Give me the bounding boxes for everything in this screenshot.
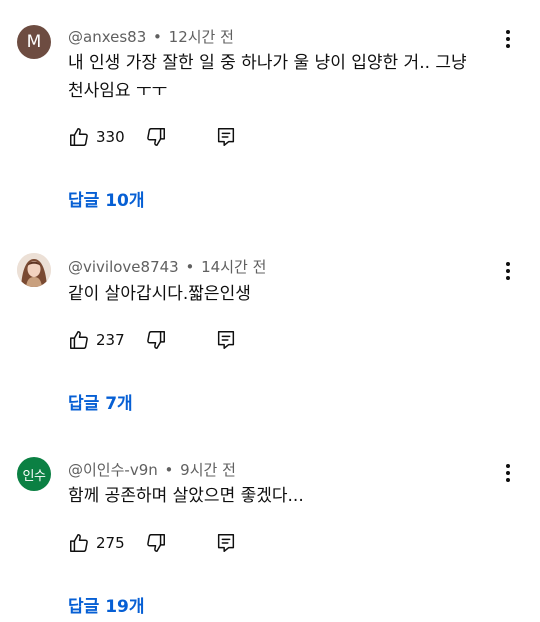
thumb-down-icon[interactable] [145,126,167,148]
comment-author[interactable]: @vivilove8743 [68,258,179,276]
avatar[interactable] [17,253,51,287]
meta-separator: • [164,461,174,479]
replies-button[interactable]: 답글 7개 [68,389,133,414]
like-count: 275 [96,534,125,552]
comment-text-line: 같이 살아갑시다.짧은인생 [68,284,251,304]
comment-actions: 275 [68,531,237,555]
like-count: 237 [96,331,125,349]
comment-time[interactable]: 14시간 전 [201,258,266,276]
reply-icon[interactable] [215,532,237,554]
avatar[interactable]: M [17,25,51,59]
comment-actions: 330 [68,125,237,149]
comment-text: 같이 살아갑시다.짧은인생 [68,280,508,308]
reply-icon[interactable] [215,329,237,351]
comment-meta: @anxes83 • 12시간 전 [68,26,234,47]
comment-text-line: 함께 공존하며 살았으면 좋겠다... [68,486,304,506]
comment-text: 함께 공존하며 살았으면 좋겠다... [68,482,508,510]
comment-meta: @이인수-v9n • 9시간 전 [68,459,236,480]
replies-button[interactable]: 답글 19개 [68,592,145,617]
comment-time[interactable]: 12시간 전 [169,28,234,46]
avatar-initials: 인수 [22,468,46,484]
avatar-photo-icon [17,253,51,287]
thumb-down-icon[interactable] [145,532,167,554]
avatar-letter: M [26,32,42,52]
thumb-up-icon[interactable] [68,532,90,554]
thumb-up-icon[interactable] [68,329,90,351]
meta-separator: • [153,28,162,46]
like-count: 330 [96,128,125,146]
comment-time[interactable]: 9시간 전 [180,461,236,479]
thumb-up-icon[interactable] [68,126,90,148]
thumb-down-icon[interactable] [145,329,167,351]
comment-text: 내 인생 가장 잘한 일 중 하나가 울 냥이 입양한 거.. 그냥 천사임요 … [68,49,508,105]
more-vert-icon[interactable] [498,260,518,282]
meta-separator: • [185,258,195,276]
more-vert-icon[interactable] [498,462,518,484]
comment-text-line: 천사임요 ㅜㅜ [68,81,168,101]
avatar[interactable]: 인수 [17,457,51,491]
comment-actions: 237 [68,328,237,352]
comment-author[interactable]: @anxes83 [68,28,146,46]
more-vert-icon[interactable] [498,28,518,50]
comment-meta: @vivilove8743 • 14시간 전 [68,256,266,277]
replies-button[interactable]: 답글 10개 [68,186,145,211]
comment-author[interactable]: @이인수-v9n [68,461,158,479]
reply-icon[interactable] [215,126,237,148]
comment-text-line: 내 인생 가장 잘한 일 중 하나가 울 냥이 입양한 거.. 그냥 [68,53,467,73]
